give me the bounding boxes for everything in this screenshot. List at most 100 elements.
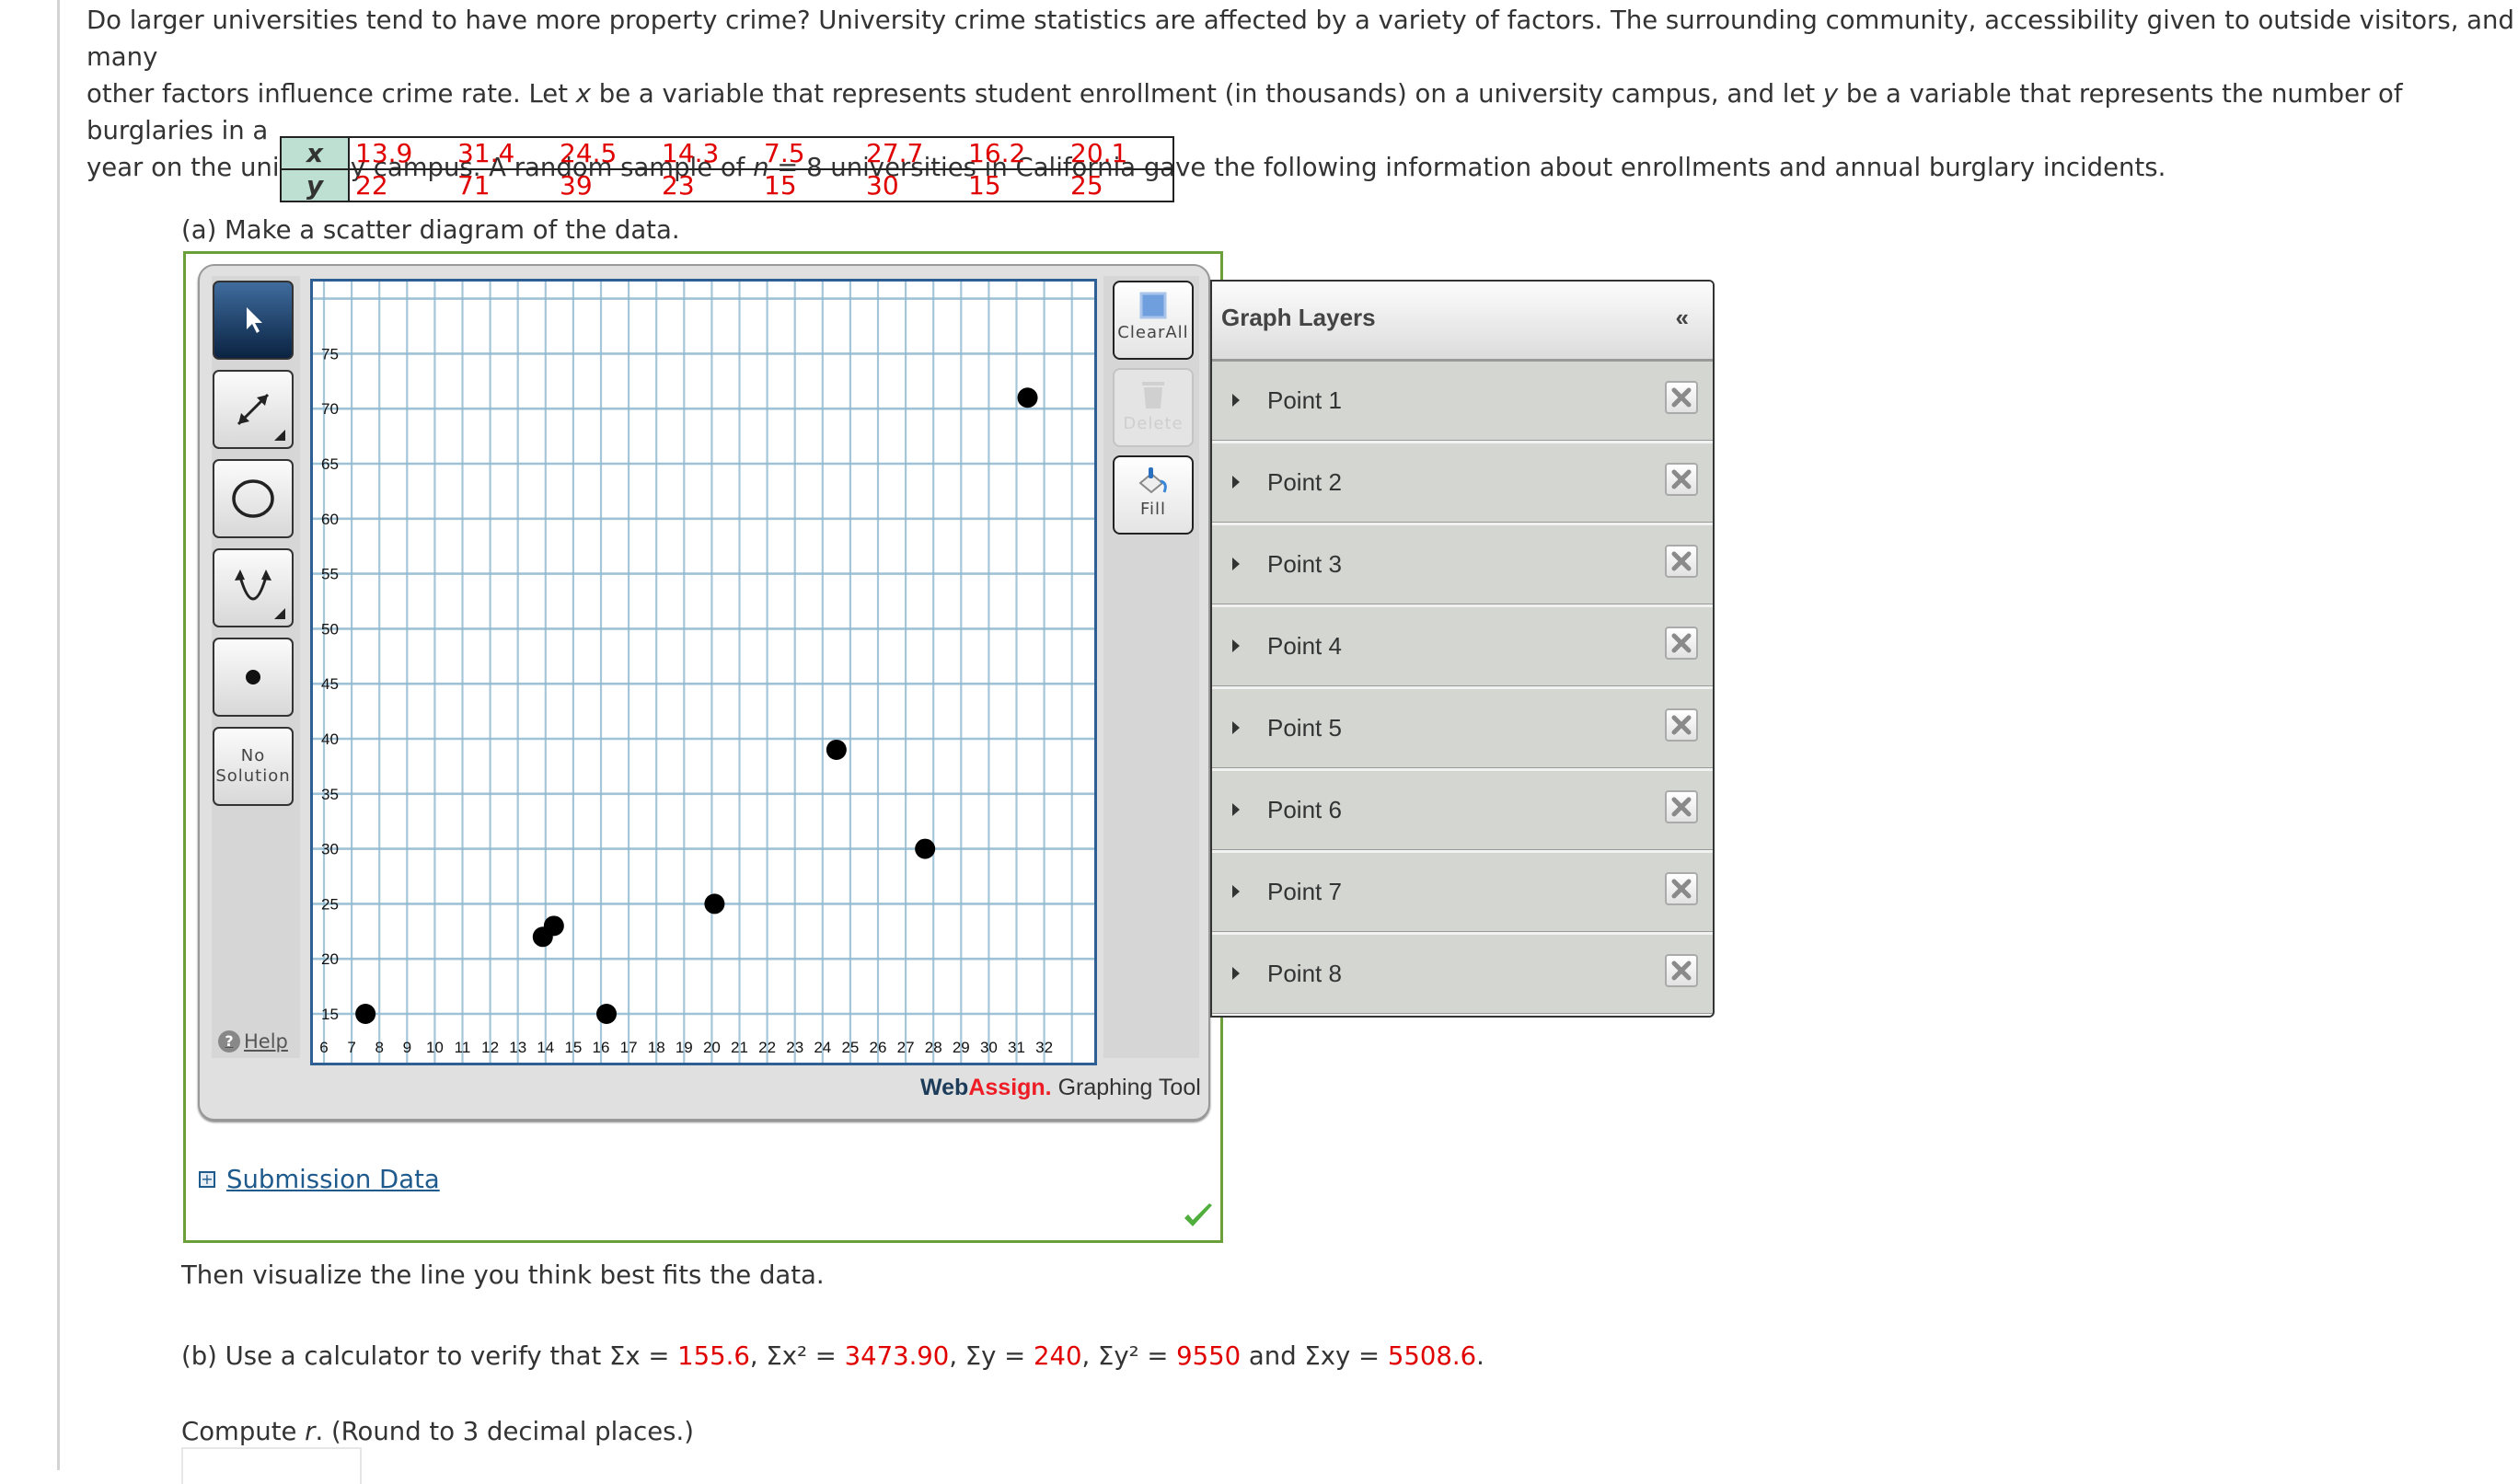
x-header: x [280, 136, 350, 170]
delete-layer-button[interactable] [1665, 545, 1698, 578]
sum-xy-label: and Σxy = [1241, 1341, 1388, 1371]
x-tick-label: 21 [731, 1039, 748, 1056]
sum-x-value: 155.6 [677, 1341, 750, 1371]
line-arrow-icon [237, 393, 270, 426]
y-tick-label: 35 [321, 786, 339, 803]
close-x-icon [1671, 551, 1692, 571]
delete-label: Delete [1123, 414, 1184, 433]
layer-item-point-6[interactable]: Point 6 [1212, 771, 1713, 853]
y-tick-label: 15 [321, 1006, 339, 1023]
layer-label: Point 6 [1267, 796, 1342, 823]
sum-xy-value: 5508.6 [1387, 1341, 1477, 1371]
x-value-7: 16.2 [968, 138, 1026, 168]
select-tool-button[interactable] [213, 281, 294, 360]
sum-y-label: , Σy = [949, 1341, 1034, 1371]
part-a-prompt: (a) Make a scatter diagram of the data. [181, 215, 680, 245]
x-tick-label: 13 [509, 1039, 526, 1056]
data-point-7 [596, 1004, 618, 1024]
part-b-statement: (b) Use a calculator to verify that Σx =… [181, 1341, 1484, 1371]
x-tick-label: 27 [897, 1039, 915, 1056]
submission-data-toggle[interactable]: + Submission Data [199, 1165, 440, 1194]
sum-y2-label: , Σy² = [1081, 1341, 1177, 1371]
submission-data-link[interactable]: Submission Data [226, 1165, 440, 1194]
expand-triangle-icon[interactable] [1232, 803, 1240, 816]
expand-triangle-icon[interactable] [1232, 476, 1240, 489]
data-point-8 [704, 893, 725, 915]
y-tick-label: 60 [321, 511, 339, 528]
layer-label: Point 3 [1267, 550, 1342, 578]
y-row: y 22 71 39 23 15 30 15 25 [280, 168, 1174, 202]
x-tick-label: 17 [620, 1039, 638, 1056]
expand-triangle-icon[interactable] [1232, 394, 1240, 407]
layer-item-point-2[interactable]: Point 2 [1212, 443, 1713, 525]
close-x-icon [1671, 879, 1692, 899]
no-solution-button[interactable]: No Solution [213, 727, 294, 806]
expand-triangle-icon[interactable] [1232, 558, 1240, 570]
close-x-icon [1671, 961, 1692, 981]
layer-item-point-8[interactable]: Point 8 [1212, 935, 1713, 1016]
layer-label: Point 1 [1267, 386, 1342, 414]
intro-line-1: Do larger universities tend to have more… [87, 6, 2514, 72]
delete-layer-button[interactable] [1665, 381, 1698, 414]
fill-button[interactable]: Fill [1113, 455, 1194, 535]
no-solution-label: No Solution [215, 746, 290, 787]
graph-canvas[interactable]: 15 20 25 30 35 40 45 50 55 60 65 70 75 6 7 8 9 10 11 12 13 14… [310, 279, 1097, 1065]
circle-tool-button[interactable] [213, 459, 294, 538]
x-value-5: 7.5 [764, 138, 805, 168]
parabola-tool-button[interactable] [213, 548, 294, 627]
data-point-3 [826, 739, 847, 760]
y-tick-label: 30 [321, 841, 339, 858]
data-point-2 [1017, 387, 1038, 408]
x-value-4: 14.3 [662, 138, 720, 168]
expand-triangle-icon[interactable] [1232, 721, 1240, 734]
line-tool-button[interactable] [213, 370, 294, 449]
sum-y-value: 240 [1033, 1341, 1082, 1371]
logo-tool-text: Graphing Tool [1051, 1075, 1201, 1100]
submenu-indicator-icon [274, 608, 285, 619]
page-border [57, 0, 60, 1470]
expand-triangle-icon[interactable] [1232, 885, 1240, 898]
sum-x-label: Σx = [608, 1341, 678, 1371]
layer-item-point-1[interactable]: Point 1 [1212, 362, 1713, 443]
y-tick-label: 20 [321, 950, 339, 968]
data-point-4 [543, 915, 564, 937]
x-tick-label: 6 [319, 1039, 328, 1056]
expand-triangle-icon[interactable] [1232, 639, 1240, 652]
expand-plus-icon: + [199, 1171, 215, 1188]
clear-all-label: ClearAll [1117, 323, 1189, 342]
fill-label: Fill [1139, 500, 1167, 519]
var-y: y [1822, 79, 1839, 109]
compute-r-b: . (Round to 3 decimal places.) [315, 1417, 694, 1446]
intro-line-2b: be a variable that represents student en… [591, 79, 1823, 109]
x-tick-label: 29 [953, 1039, 970, 1056]
x-value-8: 20.1 [1070, 138, 1128, 168]
compute-r-a: Compute [181, 1417, 306, 1446]
delete-layer-button[interactable] [1665, 627, 1698, 660]
delete-layer-button[interactable] [1665, 790, 1698, 823]
clear-all-button[interactable]: ClearAll [1113, 281, 1194, 360]
delete-layer-button[interactable] [1665, 463, 1698, 496]
r-answer-input[interactable] [181, 1447, 362, 1484]
delete-layer-button[interactable] [1665, 954, 1698, 987]
layer-item-point-3[interactable]: Point 3 [1212, 525, 1713, 607]
y-value-4: 23 [662, 170, 695, 201]
point-tool-button[interactable] [213, 638, 294, 717]
sum-x2-value: 3473.90 [844, 1341, 950, 1371]
delete-button[interactable]: Delete [1113, 368, 1194, 447]
logo-web: Web [920, 1075, 969, 1100]
collapse-panel-icon[interactable]: « [1676, 304, 1689, 332]
x-values: 13.9 31.4 24.5 14.3 7.5 27.7 16.2 20.1 [348, 136, 1174, 170]
help-link[interactable]: ? Help [218, 1030, 288, 1053]
layer-item-point-4[interactable]: Point 4 [1212, 607, 1713, 689]
graph-layers-panel: Graph Layers « Point 1 Point 2 Point 3 Poin… [1210, 280, 1715, 1018]
sum-y2-value: 9550 [1176, 1341, 1242, 1371]
paint-bucket-icon [1138, 467, 1167, 494]
layer-item-point-5[interactable]: Point 5 [1212, 689, 1713, 771]
logo-assign: Assign. [968, 1075, 1052, 1100]
data-point-5 [355, 1004, 376, 1024]
delete-layer-button[interactable] [1665, 872, 1698, 905]
layer-item-point-7[interactable]: Point 7 [1212, 853, 1713, 935]
close-x-icon [1671, 797, 1692, 817]
expand-triangle-icon[interactable] [1232, 967, 1240, 980]
delete-layer-button[interactable] [1665, 708, 1698, 742]
